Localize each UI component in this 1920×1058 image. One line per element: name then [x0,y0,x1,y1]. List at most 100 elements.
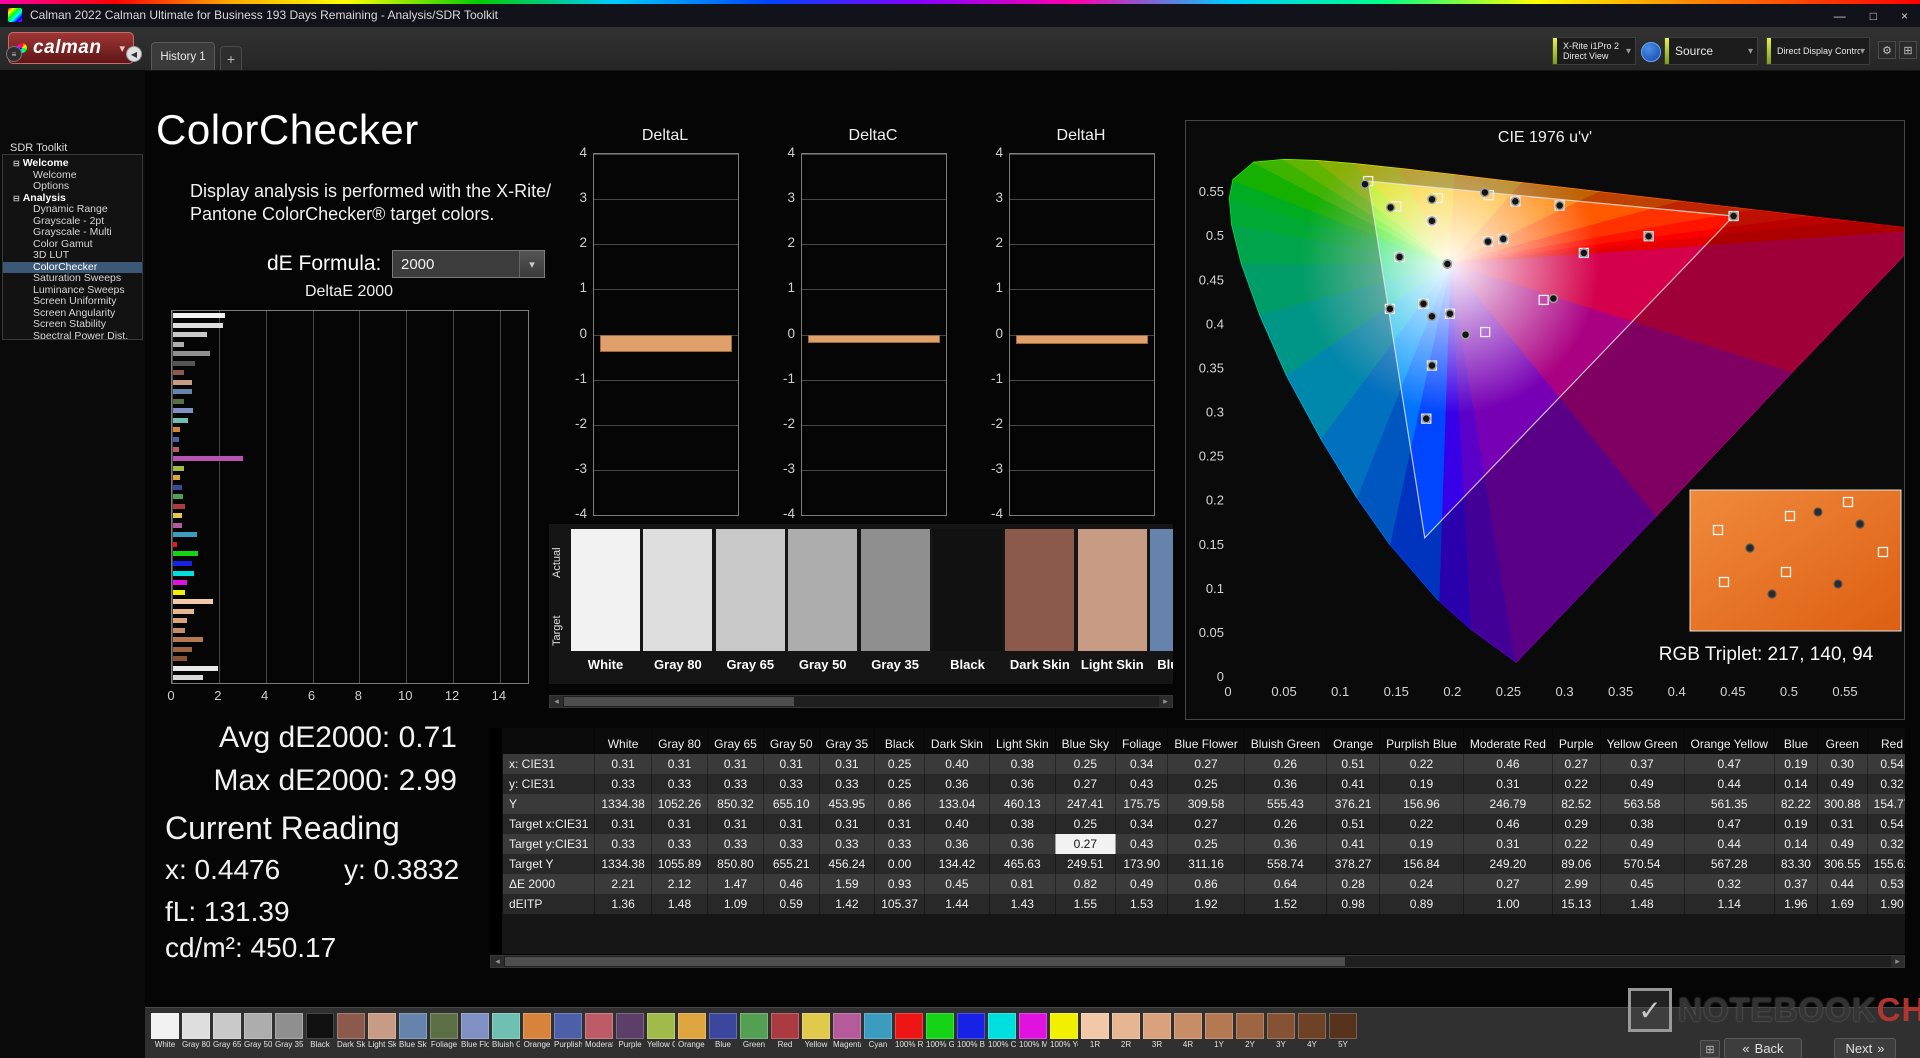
cell-target-y-blue-flower[interactable]: 311.16 [1167,854,1245,874]
patch-button-yellow[interactable]: Yellow [802,1013,830,1049]
sidebar-group-welcome[interactable]: ⊟ Welcome [3,157,142,170]
cell-y-cie31-yellow-green[interactable]: 0.49 [1599,774,1685,794]
patch-button-4r[interactable]: 4R [1174,1013,1202,1049]
sidebar-item-3d-lut[interactable]: 3D LUT [3,249,142,262]
cell-deitp-moderate-red[interactable]: 1.00 [1462,894,1553,914]
cell-target-x-cie31-gray-65[interactable]: 0.31 [707,814,764,834]
cell-deitp-foliage[interactable]: 1.53 [1114,894,1168,914]
cell-x-cie31-dark-skin[interactable]: 0.40 [923,754,990,774]
cell-x-cie31-gray-35[interactable]: 0.31 [818,754,875,774]
cell-deitp-black[interactable]: 105.37 [874,894,925,914]
cell-y-cie31-blue-flower[interactable]: 0.25 [1167,774,1245,794]
patch-button-blue-sky[interactable]: Blue Sky [399,1013,427,1049]
cell-y-purple[interactable]: 82.52 [1551,794,1601,814]
cell-deitp-red[interactable]: 1.90 [1866,894,1905,914]
cell-y-dark-skin[interactable]: 133.04 [923,794,990,814]
cell-target-x-cie31-blue-sky[interactable]: 0.25 [1054,814,1116,834]
cell-y-purplish-blue[interactable]: 156.96 [1379,794,1464,814]
cell-e-2000-foliage[interactable]: 0.49 [1114,874,1168,894]
patch-button-dark-skin[interactable]: Dark Skin [337,1013,365,1049]
scroll-left-icon[interactable]: ◂ [491,956,504,967]
patch-button-purple[interactable]: Purple [616,1013,644,1049]
sidebar-item-screen-uniformity[interactable]: Screen Uniformity [3,295,142,308]
tab-history-1[interactable]: History 1 [151,42,215,70]
cell-x-cie31-purple[interactable]: 0.27 [1551,754,1601,774]
sidebar-item-color-gamut[interactable]: Color Gamut [3,238,142,251]
cell-target-y-moderate-red[interactable]: 249.20 [1462,854,1553,874]
cell-target-y-cie31-moderate-red[interactable]: 0.31 [1462,834,1553,854]
patch-button-gray-50[interactable]: Gray 50 [244,1013,272,1049]
cell-target-x-cie31-blue[interactable]: 0.19 [1773,814,1818,834]
patch-button-100-yellow[interactable]: 100% Yellow [1050,1013,1078,1049]
column-header-black[interactable]: Black [874,728,925,754]
cell-target-y-red[interactable]: 155.62 [1866,854,1905,874]
settings-gear-button[interactable]: ⚙ [1878,41,1896,59]
cell-x-cie31-blue-flower[interactable]: 0.27 [1167,754,1245,774]
cell-y-cie31-bluish-green[interactable]: 0.36 [1243,774,1327,794]
cell-target-y-cie31-foliage[interactable]: 0.43 [1114,834,1168,854]
cell-target-y-foliage[interactable]: 173.90 [1114,854,1168,874]
patch-button-2r[interactable]: 2R [1112,1013,1140,1049]
cell-e-2000-dark-skin[interactable]: 0.45 [923,874,990,894]
cell-target-y-blue[interactable]: 83.30 [1773,854,1818,874]
cell-y-red[interactable]: 154.77 [1866,794,1905,814]
patch-button-black[interactable]: Black [306,1013,334,1049]
table-scrollbar[interactable]: ◂ ▸ [490,955,1905,968]
sidebar-item-dynamic-range[interactable]: Dynamic Range [3,203,142,216]
column-header-purple[interactable]: Purple [1551,728,1601,754]
cell-e-2000-orange[interactable]: 0.28 [1326,874,1380,894]
column-header-purplish-blue[interactable]: Purplish Blue [1379,728,1464,754]
patch-button-gray-80[interactable]: Gray 80 [182,1013,210,1049]
cell-target-y-cie31-gray-80[interactable]: 0.33 [650,834,708,854]
cell-y-light-skin[interactable]: 460.13 [988,794,1056,814]
patch-button-4y[interactable]: 4Y [1298,1013,1326,1049]
cell-target-y-dark-skin[interactable]: 134.42 [923,854,990,874]
cell-e-2000-blue[interactable]: 0.37 [1773,874,1818,894]
cell-target-x-cie31-black[interactable]: 0.31 [874,814,925,834]
cell-target-y-orange[interactable]: 378.27 [1326,854,1380,874]
cell-deitp-orange-yellow[interactable]: 1.14 [1683,894,1775,914]
cell-e-2000-blue-flower[interactable]: 0.86 [1167,874,1245,894]
maximize-button[interactable]: □ [1870,9,1877,23]
cell-y-moderate-red[interactable]: 246.79 [1462,794,1553,814]
cell-target-y-orange-yellow[interactable]: 567.28 [1683,854,1775,874]
cell-x-cie31-orange-yellow[interactable]: 0.47 [1683,754,1775,774]
cell-x-cie31-light-skin[interactable]: 0.38 [988,754,1056,774]
cell-e-2000-purple[interactable]: 2.99 [1551,874,1601,894]
cell-y-cie31-gray-65[interactable]: 0.33 [707,774,764,794]
scroll-left-icon[interactable]: ◂ [550,696,563,707]
cell-y-cie31-light-skin[interactable]: 0.36 [988,774,1056,794]
strip-swatch-light-skin[interactable]: Light Skin [1077,529,1147,672]
patch-button-cyan[interactable]: Cyan [864,1013,892,1049]
cell-y-green[interactable]: 300.88 [1816,794,1868,814]
cell-target-y-cie31-orange[interactable]: 0.41 [1326,834,1380,854]
add-tab-button[interactable]: + [220,46,242,70]
workspace-grid-button[interactable]: ⊞ [1899,41,1917,59]
cell-target-x-cie31-yellow-green[interactable]: 0.38 [1599,814,1685,834]
column-header-gray-65[interactable]: Gray 65 [707,728,764,754]
cell-deitp-gray-80[interactable]: 1.48 [650,894,708,914]
cell-target-x-cie31-gray-50[interactable]: 0.31 [762,814,820,834]
cell-e-2000-yellow-green[interactable]: 0.45 [1599,874,1685,894]
cell-target-x-cie31-white[interactable]: 0.31 [594,814,652,834]
cell-target-y-cie31-dark-skin[interactable]: 0.36 [923,834,990,854]
cell-x-cie31-bluish-green[interactable]: 0.26 [1243,754,1327,774]
cell-target-y-purplish-blue[interactable]: 156.84 [1379,854,1464,874]
patch-button-100-red[interactable]: 100% Red [895,1013,923,1049]
column-header-gray-50[interactable]: Gray 50 [762,728,820,754]
display-control-selector[interactable]: Direct Display Control ▾ [1766,37,1870,65]
patch-button-2y[interactable]: 2Y [1236,1013,1264,1049]
cell-deitp-purplish-blue[interactable]: 0.89 [1379,894,1464,914]
cell-e-2000-moderate-red[interactable]: 0.27 [1462,874,1553,894]
scroll-right-icon[interactable]: ▸ [1159,696,1172,707]
cell-e-2000-blue-sky[interactable]: 0.82 [1054,874,1116,894]
cell-deitp-light-skin[interactable]: 1.43 [988,894,1056,914]
cell-x-cie31-gray-65[interactable]: 0.31 [707,754,764,774]
cell-target-y-cie31-gray-35[interactable]: 0.33 [818,834,875,854]
cell-y-cie31-black[interactable]: 0.25 [874,774,925,794]
close-button[interactable]: × [1901,9,1908,23]
cell-y-gray-65[interactable]: 850.32 [707,794,764,814]
cell-e-2000-gray-65[interactable]: 1.47 [707,874,764,894]
patch-button-100-cyan[interactable]: 100% Cyan [988,1013,1016,1049]
sidebar-item-grayscale-multi[interactable]: Grayscale - Multi [3,226,142,239]
